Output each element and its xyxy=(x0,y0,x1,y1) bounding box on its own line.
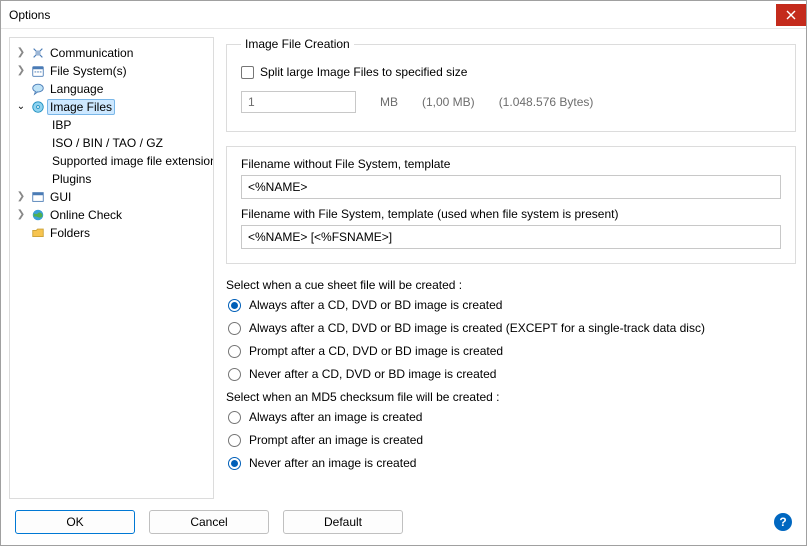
filename-nofs-label: Filename without File System, template xyxy=(241,157,781,171)
radio-icon[interactable] xyxy=(228,434,241,447)
tree-item-label: Plugins xyxy=(50,172,93,186)
split-checkbox-label: Split large Image Files to specified siz… xyxy=(260,65,467,79)
window-title: Options xyxy=(9,8,776,22)
filename-fs-label: Filename with File System, template (use… xyxy=(241,207,781,221)
tree-item-communication[interactable]: ❯ Communication xyxy=(10,44,213,62)
tree-item-label: ISO / BIN / TAO / GZ xyxy=(50,136,165,150)
default-button[interactable]: Default xyxy=(283,510,403,534)
folder-icon xyxy=(30,226,46,240)
disc-icon xyxy=(30,100,46,114)
category-tree-panel: ❯ Communication ❯ File System(s) xyxy=(9,37,214,499)
radio-icon[interactable] xyxy=(228,299,241,312)
bubble-icon xyxy=(30,82,46,96)
md5-option-0[interactable]: Always after an image is created xyxy=(228,410,796,424)
chevron-right-icon[interactable]: ❯ xyxy=(14,66,28,76)
filename-template-group: Filename without File System, template F… xyxy=(226,146,796,264)
settings-content: Image File Creation Split large Image Fi… xyxy=(214,37,796,499)
md5-option-2[interactable]: Never after an image is created xyxy=(228,456,796,470)
cancel-button[interactable]: Cancel xyxy=(149,510,269,534)
md5-option-1[interactable]: Prompt after an image is created xyxy=(228,433,796,447)
radio-label: Prompt after an image is created xyxy=(249,433,423,447)
tree-item-label: IBP xyxy=(50,118,73,132)
button-label: Cancel xyxy=(190,515,227,529)
radio-icon[interactable] xyxy=(228,345,241,358)
options-dialog: Options ❯ Communication ❯ xyxy=(0,0,807,546)
tree-item-imagefiles[interactable]: ⌄ Image Files xyxy=(10,98,213,116)
md5-section-label: Select when an MD5 checksum file will be… xyxy=(226,390,796,404)
chevron-right-icon[interactable]: ❯ xyxy=(14,48,28,58)
cue-option-2[interactable]: Prompt after a CD, DVD or BD image is cr… xyxy=(228,344,796,358)
filename-nofs-input[interactable] xyxy=(241,175,781,199)
window-icon xyxy=(30,190,46,204)
ok-button[interactable]: OK xyxy=(15,510,135,534)
chevron-right-icon[interactable]: ❯ xyxy=(14,192,28,202)
tree-item-label: Communication xyxy=(48,46,135,60)
tree-item-label: Language xyxy=(48,82,105,96)
titlebar: Options xyxy=(1,1,806,29)
image-file-creation-group: Image File Creation Split large Image Fi… xyxy=(226,37,796,132)
button-label: Default xyxy=(324,515,362,529)
help-button[interactable]: ? xyxy=(774,513,792,531)
split-bytes-label: (1.048.576 Bytes) xyxy=(499,95,594,109)
tree-item-language[interactable]: Language xyxy=(10,80,213,98)
radio-icon[interactable] xyxy=(228,368,241,381)
cue-option-1[interactable]: Always after a CD, DVD or BD image is cr… xyxy=(228,321,796,335)
tree-item-label: GUI xyxy=(48,190,73,204)
cue-option-3[interactable]: Never after a CD, DVD or BD image is cre… xyxy=(228,367,796,381)
tree-item-label: Folders xyxy=(48,226,92,240)
tree-item-supported-extensions[interactable]: Supported image file extensions xyxy=(10,152,213,170)
cue-section-label: Select when a cue sheet file will be cre… xyxy=(226,278,796,292)
tree-scrollbar[interactable] xyxy=(10,482,213,498)
close-button[interactable] xyxy=(776,4,806,26)
split-human-label: (1,00 MB) xyxy=(422,95,475,109)
tree-item-onlinecheck[interactable]: ❯ Online Check xyxy=(10,206,213,224)
radio-label: Never after a CD, DVD or BD image is cre… xyxy=(249,367,496,381)
tree-item-label: Online Check xyxy=(48,208,124,222)
tree-item-label: Image Files xyxy=(47,99,115,115)
radio-label: Prompt after a CD, DVD or BD image is cr… xyxy=(249,344,503,358)
tree-item-filesystems[interactable]: ❯ File System(s) xyxy=(10,62,213,80)
radio-label: Always after a CD, DVD or BD image is cr… xyxy=(249,298,502,312)
split-unit-label: MB xyxy=(380,95,398,109)
tree-item-label: Supported image file extensions xyxy=(50,154,213,168)
radio-icon[interactable] xyxy=(228,411,241,424)
tree-item-iso-bin-tao-gz[interactable]: ISO / BIN / TAO / GZ xyxy=(10,134,213,152)
tree-item-ibp[interactable]: IBP xyxy=(10,116,213,134)
radio-icon[interactable] xyxy=(228,322,241,335)
tree-item-plugins[interactable]: Plugins xyxy=(10,170,213,188)
dialog-footer: OK Cancel Default ? xyxy=(1,499,806,545)
radio-label: Never after an image is created xyxy=(249,456,416,470)
radio-label: Always after an image is created xyxy=(249,410,422,424)
split-checkbox[interactable] xyxy=(241,66,254,79)
chevron-down-icon[interactable]: ⌄ xyxy=(14,102,28,112)
tree-item-gui[interactable]: ❯ GUI xyxy=(10,188,213,206)
cue-option-0[interactable]: Always after a CD, DVD or BD image is cr… xyxy=(228,298,796,312)
group-title: Image File Creation xyxy=(241,37,354,51)
satellite-icon xyxy=(30,46,46,60)
radio-icon[interactable] xyxy=(228,457,241,470)
split-size-input[interactable] xyxy=(241,91,356,113)
tree-item-label: File System(s) xyxy=(48,64,129,78)
tree-item-folders[interactable]: Folders xyxy=(10,224,213,242)
filename-fs-input[interactable] xyxy=(241,225,781,249)
radio-label: Always after a CD, DVD or BD image is cr… xyxy=(249,321,705,335)
button-label: OK xyxy=(66,515,83,529)
globe-icon xyxy=(30,208,46,222)
calendar-icon xyxy=(30,64,46,78)
chevron-right-icon[interactable]: ❯ xyxy=(14,210,28,220)
category-tree[interactable]: ❯ Communication ❯ File System(s) xyxy=(10,44,213,482)
